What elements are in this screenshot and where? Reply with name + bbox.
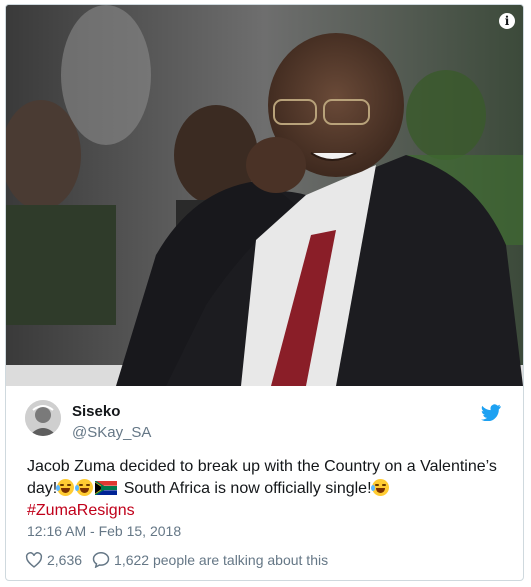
tweet-timestamp[interactable]: 12:16 AM - Feb 15, 2018: [27, 523, 181, 539]
embedded-tweet-card[interactable]: i Siseko @SKay_SA Jacob Zuma decided to …: [5, 4, 524, 581]
twitter-bird-icon[interactable]: [481, 404, 501, 421]
tweet-photo[interactable]: i: [6, 5, 523, 386]
avatar[interactable]: [25, 400, 61, 436]
like-count[interactable]: 2,636: [47, 552, 82, 568]
tweet-body: Siseko @SKay_SA Jacob Zuma decided to br…: [6, 386, 523, 568]
tweet-text: Jacob Zuma decided to break up with the …: [27, 456, 507, 522]
talking-about-count[interactable]: 1,622 people are talking about this: [114, 552, 328, 568]
tweet-text-part2: South Africa is now officially single!: [119, 480, 372, 497]
tweet-stats: 2,636 1,622 people are talking about thi…: [25, 551, 338, 568]
heart-icon[interactable]: [25, 551, 43, 568]
joy-emoji: [75, 479, 94, 496]
avatar-image: [25, 400, 61, 436]
info-icon[interactable]: i: [499, 13, 515, 29]
hashtag-link[interactable]: #ZumaResigns: [27, 502, 135, 519]
tweet-header: Siseko @SKay_SA: [6, 386, 523, 441]
author-handle[interactable]: @SKay_SA: [72, 424, 151, 441]
author-name[interactable]: Siseko: [72, 403, 120, 420]
speech-bubble-icon[interactable]: [92, 551, 110, 568]
rofl-emoji: [56, 479, 75, 496]
south-africa-flag-emoji: [95, 481, 118, 495]
joy-emoji: [370, 479, 389, 496]
photo-illustration: [6, 5, 523, 386]
